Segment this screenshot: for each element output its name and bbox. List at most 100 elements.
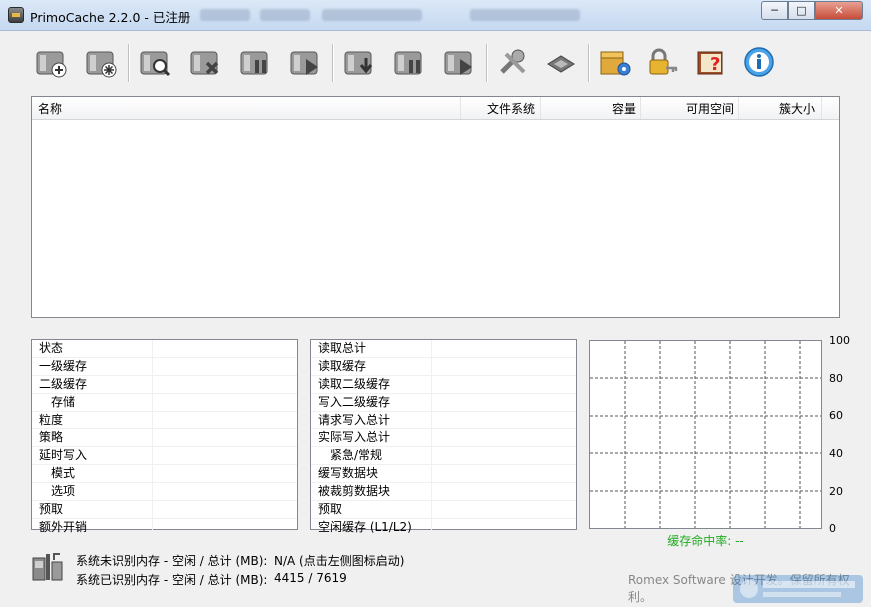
- hit-rate-chart: [589, 340, 822, 529]
- config-label: 延时写入: [39, 448, 88, 463]
- config-row-l2: 二级缓存: [32, 375, 297, 394]
- stats-row-actual-write: 实际写入总计: [311, 429, 576, 448]
- stats-row-l2-write: 写入二级缓存: [311, 393, 576, 412]
- config-row-prefetch: 预取: [32, 501, 297, 519]
- blurred-tab: [260, 9, 310, 21]
- about-info-button[interactable]: [738, 40, 780, 84]
- tools-icon: [500, 49, 526, 74]
- stats-row-urgent-normal: 紧急/常规: [311, 447, 576, 466]
- resume-cache-icon: [290, 51, 318, 75]
- app-window: PrimoCache 2.2.0 - 已注册 ─ □ ✕ ? 名称 文件系统 容…: [0, 0, 871, 607]
- hit-rate-label: 缓存命中率: --: [667, 534, 744, 548]
- column-divider: [821, 97, 822, 119]
- stats-row-l2-read: 读取二级缓存: [311, 375, 576, 394]
- column-divider: [738, 97, 739, 119]
- toolbar-separator: [332, 44, 334, 82]
- memory-chip-icon[interactable]: [32, 552, 64, 582]
- toolbar-separator: [588, 44, 590, 82]
- toolbar-separator: [128, 44, 130, 82]
- recognized-memory-label: 系统已识别内存 - 空闲 / 总计 (MB):: [76, 573, 268, 587]
- stats-row-cache-read: 读取缓存: [311, 357, 576, 376]
- chip-button[interactable]: [540, 40, 582, 84]
- toolbar-separator: [486, 44, 488, 82]
- stats-label: 读取二级缓存: [318, 376, 391, 391]
- watermark-stamp: [733, 575, 863, 603]
- stats-label: 读取总计: [318, 341, 367, 355]
- help-book-icon: ?: [697, 51, 723, 75]
- minimize-button[interactable]: ─: [761, 1, 788, 20]
- app-logo-icon: [8, 7, 24, 23]
- stats-label: 读取缓存: [318, 358, 367, 373]
- blurred-tab: [470, 9, 580, 21]
- find-cache-icon: [140, 51, 171, 77]
- stats-label: 紧急/常规: [330, 448, 383, 463]
- help-book-button[interactable]: ?: [690, 40, 732, 84]
- stats-row-requested-write: 请求写入总计: [311, 411, 576, 430]
- flush-cache-icon: [344, 51, 373, 75]
- stats-label: 缓写数据块: [318, 466, 379, 481]
- delete-cache-icon: [190, 51, 219, 75]
- stats-row-trimmed-blocks: 被裁剪数据块: [311, 483, 576, 502]
- pause-cache-icon: [240, 51, 268, 75]
- stats-label: 被裁剪数据块: [318, 484, 391, 499]
- pause-level2-icon: [394, 51, 422, 75]
- flush-cache-button[interactable]: [338, 40, 380, 84]
- volume-list-header: 名称 文件系统 容量 可用空间 簇大小: [32, 97, 839, 120]
- package-settings-button[interactable]: [594, 40, 636, 84]
- stats-label: 预取: [318, 502, 343, 517]
- stats-row-total-read: 读取总计: [311, 340, 576, 358]
- y-tick-label: 60: [829, 409, 843, 422]
- delete-cache-button[interactable]: [184, 40, 226, 84]
- add-cache-task-icon: [36, 51, 67, 78]
- column-name[interactable]: 名称: [38, 100, 62, 117]
- column-cluster-size[interactable]: 簇大小: [779, 100, 815, 117]
- memory-chip-graphic: [32, 553, 63, 581]
- config-row-overhead: 额外开销: [32, 518, 297, 537]
- config-label: 模式: [51, 466, 76, 481]
- column-free-space[interactable]: 可用空间: [686, 100, 734, 117]
- pause-cache-button[interactable]: [234, 40, 276, 84]
- stats-row-free-cache: 空闲缓存 (L1/L2): [311, 518, 576, 537]
- volume-list[interactable]: 名称 文件系统 容量 可用空间 簇大小: [31, 96, 840, 318]
- config-label: 存储: [51, 394, 76, 409]
- resume-cache-button[interactable]: [284, 40, 326, 84]
- about-info-icon: [744, 47, 774, 77]
- config-label: 一级缓存: [39, 358, 88, 373]
- tools-button[interactable]: [492, 40, 534, 84]
- close-button[interactable]: ✕: [815, 1, 863, 20]
- config-row-strategy: 策略: [32, 429, 297, 448]
- stats-row-prefetch: 预取: [311, 501, 576, 519]
- config-row-options: 选项: [32, 483, 297, 502]
- recognized-memory-value: 4415 / 7619: [274, 571, 347, 585]
- resume-level2-icon: [444, 51, 472, 75]
- config-row-mode: 模式: [32, 465, 297, 484]
- add-cache-task-button[interactable]: [30, 40, 72, 84]
- blurred-tab: [322, 9, 422, 21]
- y-tick-label: 40: [829, 447, 843, 460]
- unrecognized-memory-value: N/A (点击左侧图标启动): [274, 554, 405, 568]
- column-divider: [540, 97, 541, 119]
- config-row-storage: 存储: [32, 393, 297, 412]
- config-label: 状态: [39, 341, 64, 355]
- stats-label: 请求写入总计: [318, 412, 391, 427]
- pause-level2-button[interactable]: [388, 40, 430, 84]
- find-cache-button[interactable]: [134, 40, 176, 84]
- config-label: 粒度: [39, 412, 64, 427]
- y-tick-label: 0: [829, 522, 836, 535]
- cache-config-panel: 状态 一级缓存 二级缓存 存储 粒度 策略 延时写入 模式 选项 预取 额外开销: [31, 339, 298, 537]
- add-special-cache-icon: [86, 51, 117, 78]
- title-bar: PrimoCache 2.2.0 - 已注册 ─ □ ✕: [0, 0, 871, 31]
- cache-stats-panel: 读取总计 读取缓存 读取二级缓存 写入二级缓存 请求写入总计 实际写入总计 紧急…: [310, 339, 577, 537]
- config-row-deferred-write: 延时写入: [32, 447, 297, 466]
- column-filesystem[interactable]: 文件系统: [487, 100, 535, 117]
- config-label: 选项: [51, 484, 76, 499]
- config-row-granularity: 粒度: [32, 411, 297, 430]
- maximize-button[interactable]: □: [788, 1, 815, 20]
- add-special-cache-button[interactable]: [80, 40, 122, 84]
- config-label: 二级缓存: [39, 376, 88, 391]
- resume-level2-button[interactable]: [438, 40, 480, 84]
- license-key-button[interactable]: [642, 40, 684, 84]
- column-capacity[interactable]: 容量: [612, 100, 636, 117]
- config-label: 策略: [39, 430, 64, 445]
- config-label: 预取: [39, 502, 64, 517]
